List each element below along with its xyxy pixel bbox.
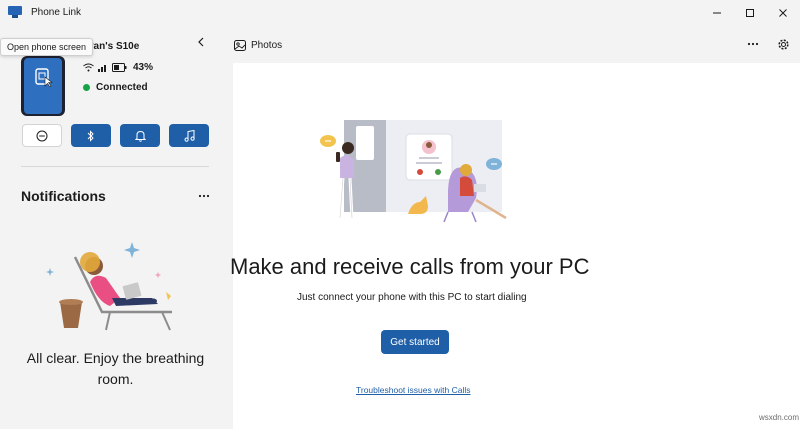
watermark: wsxdn.com: [759, 413, 800, 422]
notifications-empty-message: All clear. Enjoy the breathing room.: [26, 350, 205, 387]
main-more-button[interactable]: [744, 36, 762, 52]
troubleshoot-calls-link[interactable]: Troubleshoot issues with Calls: [356, 385, 470, 395]
more-icon: [747, 42, 759, 46]
phone-link-icon: [8, 6, 22, 18]
connection-status-label: Connected: [96, 81, 148, 93]
calls-illustration: [320, 120, 507, 223]
relaxing-person-illustration: [46, 242, 172, 331]
minimize-icon: [713, 12, 721, 14]
media-button[interactable]: [169, 124, 209, 147]
do-not-disturb-button[interactable]: [22, 124, 62, 147]
close-icon: [779, 9, 787, 17]
phone-status: 43%: [83, 60, 153, 74]
battery-icon: [112, 62, 127, 72]
bluetooth-button[interactable]: [71, 124, 111, 147]
open-phone-screen-icon: [35, 68, 53, 87]
battery-percent: 43%: [133, 61, 154, 73]
minimize-button[interactable]: [700, 0, 734, 26]
notifications-audio-button[interactable]: [120, 124, 160, 147]
collapse-sidebar-button[interactable]: [193, 34, 209, 50]
notifications-more-button[interactable]: [196, 188, 212, 204]
chevron-left-icon: [198, 37, 204, 47]
get-started-button[interactable]: Get started: [381, 330, 449, 354]
title-bar: Phone Link: [0, 0, 800, 26]
tab-photos-label: Photos: [251, 39, 283, 51]
photos-icon: [234, 39, 246, 51]
notifications-title: Notifications: [21, 188, 106, 204]
more-icon: [198, 194, 210, 198]
maximize-icon: [746, 9, 754, 17]
phone-name: van's S10e: [88, 41, 140, 52]
maximize-button[interactable]: [733, 0, 767, 26]
headline: Make and receive calls from your PC: [230, 254, 590, 279]
phone-screen-tooltip: Open phone screen: [0, 38, 94, 56]
settings-button[interactable]: [774, 36, 792, 52]
connected-dot-icon: [83, 83, 90, 91]
music-note-icon: [183, 129, 195, 142]
window-title: Phone Link: [31, 7, 82, 18]
wifi-icon: [83, 63, 94, 71]
bell-icon: [134, 130, 146, 142]
bluetooth-icon: [87, 129, 94, 142]
do-not-disturb-icon: [36, 130, 48, 141]
tab-photos[interactable]: Photos: [234, 37, 282, 53]
main-header: [233, 26, 800, 63]
signal-icon: [98, 64, 106, 72]
close-button[interactable]: [766, 0, 800, 26]
connection-status: Connected: [83, 80, 148, 94]
sidebar-divider: [21, 166, 209, 167]
subline: Just connect your phone with this PC to …: [297, 292, 527, 303]
gear-icon: [777, 38, 789, 50]
